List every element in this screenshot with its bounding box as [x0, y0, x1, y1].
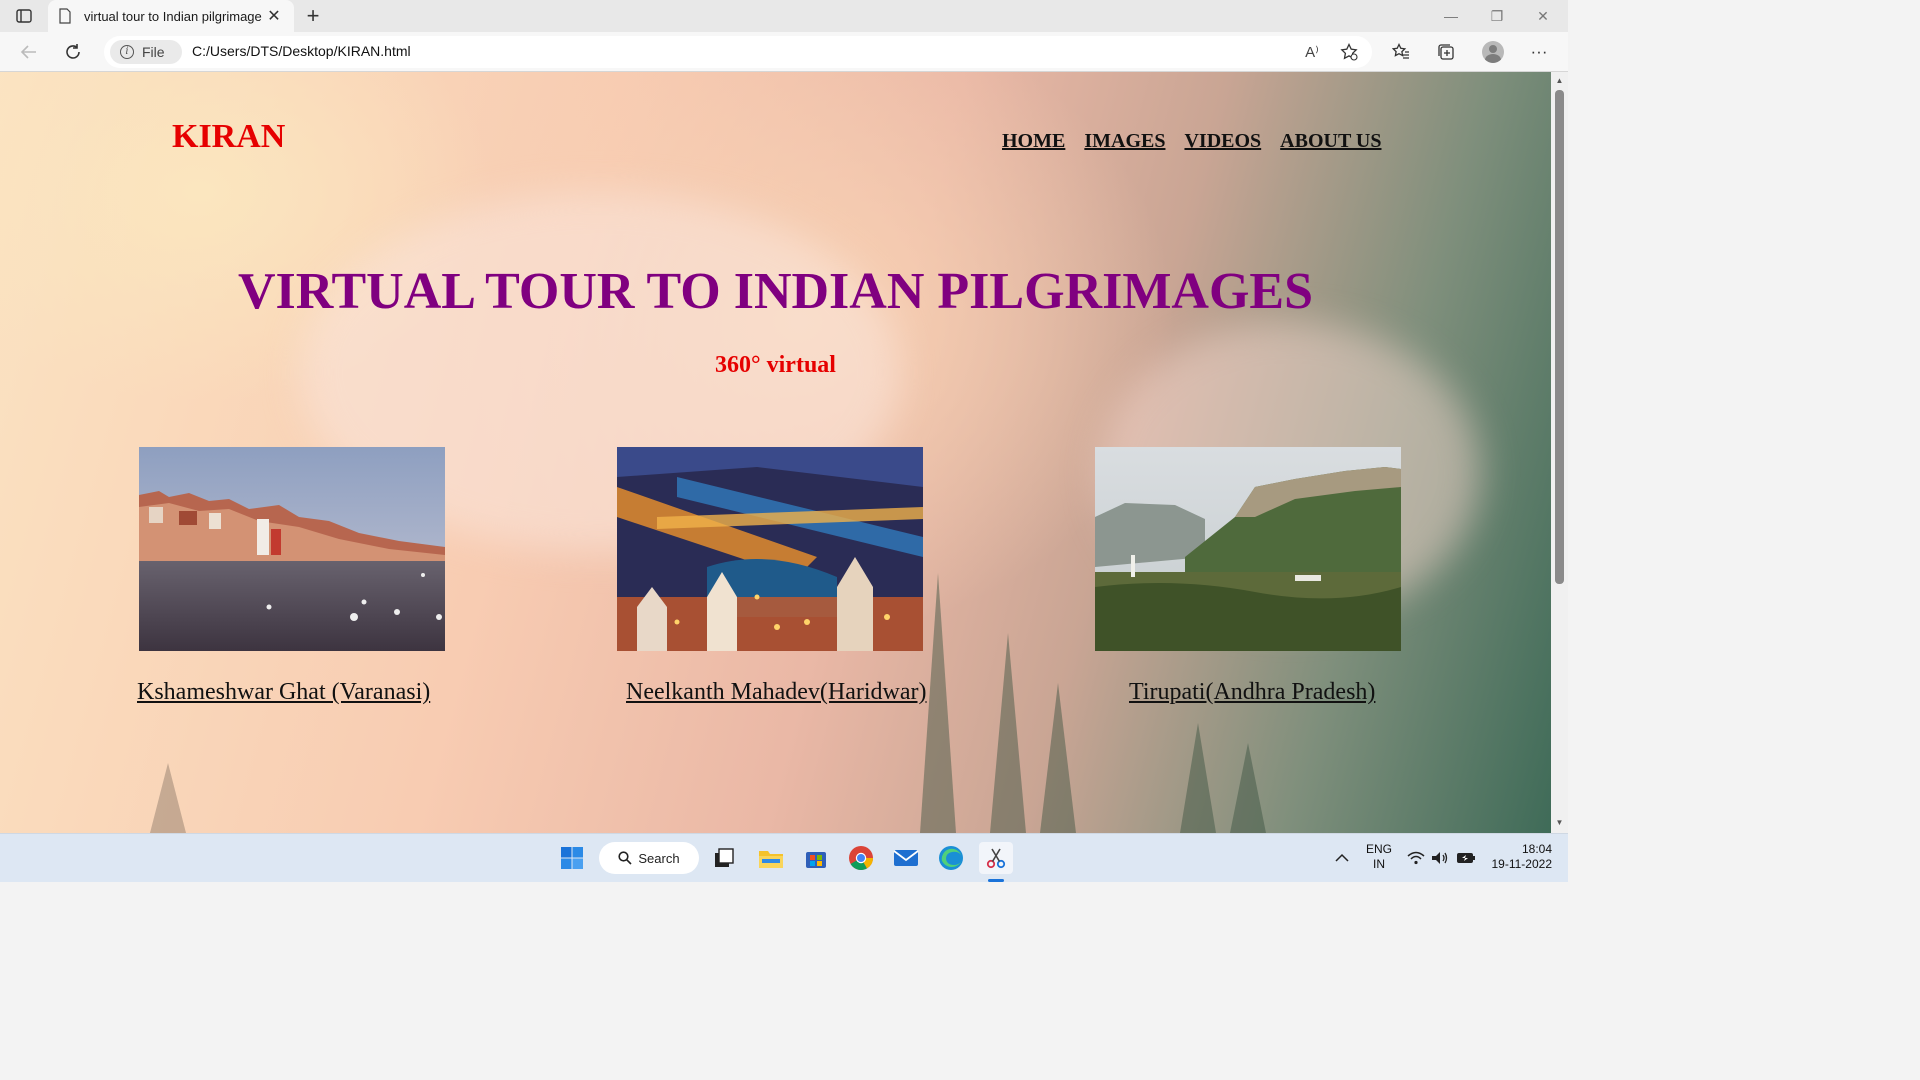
search-icon [618, 851, 632, 865]
page-scrollbar[interactable]: ▲ ▼ [1551, 72, 1568, 833]
page-subtitle: 360° virtual [715, 352, 836, 378]
refresh-button[interactable] [58, 38, 88, 66]
volume-icon[interactable] [1428, 842, 1452, 874]
region-code: IN [1373, 857, 1385, 871]
browser-tab-active[interactable]: virtual tour to Indian pilgrimage ✕ [48, 0, 294, 32]
taskbar-search[interactable]: Search [599, 842, 699, 874]
nav-about-us[interactable]: ABOUT US [1280, 130, 1381, 153]
card-link-haridwar[interactable]: Neelkanth Mahadev(Haridwar) [626, 679, 927, 706]
new-tab-button[interactable]: + [300, 2, 326, 30]
edge-icon[interactable] [934, 842, 968, 874]
tirupati-hills-photo[interactable] [1095, 447, 1401, 651]
scroll-down-icon[interactable]: ▼ [1555, 818, 1564, 827]
collections-icon[interactable] [1431, 38, 1461, 66]
document-icon [59, 8, 71, 24]
windows-taskbar: Search ENG IN 18:04 19-11-2022 [0, 833, 1568, 882]
address-bar[interactable]: i File C:/Users/DTS/Desktop/KIRAN.html A… [104, 36, 1372, 68]
show-hidden-icons-icon[interactable] [1327, 842, 1357, 874]
main-nav: HOME IMAGES VIDEOS ABOUT US [1002, 130, 1382, 153]
clock-date: 19-11-2022 [1491, 857, 1553, 871]
read-aloud-icon[interactable]: A⁾ [1299, 40, 1325, 64]
chrome-icon[interactable] [844, 842, 878, 874]
clock[interactable]: 18:04 19-11-2022 [1486, 842, 1553, 872]
clock-time: 18:04 [1521, 842, 1552, 856]
scroll-up-icon[interactable]: ▲ [1555, 76, 1564, 85]
profile-avatar[interactable] [1478, 38, 1508, 66]
more-options-icon[interactable]: ··· [1524, 38, 1554, 66]
microsoft-store-icon[interactable] [799, 842, 833, 874]
card-link-tirupati[interactable]: Tirupati(Andhra Pradesh) [1129, 679, 1375, 706]
task-view-icon[interactable] [707, 842, 741, 874]
minimize-button[interactable]: — [1428, 0, 1474, 32]
file-explorer-icon[interactable] [754, 842, 788, 874]
battery-icon[interactable] [1453, 842, 1479, 874]
start-icon[interactable] [555, 842, 589, 874]
back-button[interactable] [14, 38, 44, 66]
url-text[interactable]: C:/Users/DTS/Desktop/KIRAN.html [192, 43, 411, 59]
close-window-button[interactable]: ✕ [1520, 0, 1566, 32]
tab-title: virtual tour to Indian pilgrimage [84, 8, 262, 24]
wifi-icon[interactable] [1404, 842, 1428, 874]
restore-button[interactable]: ❐ [1474, 0, 1520, 32]
add-favorite-icon[interactable] [1336, 40, 1362, 64]
input-language[interactable]: ENG IN [1362, 842, 1396, 872]
tab-close-icon[interactable]: ✕ [264, 6, 284, 26]
search-label: Search [638, 850, 680, 866]
nav-home[interactable]: HOME [1002, 130, 1065, 153]
active-app-indicator [988, 879, 1004, 882]
browser-toolbar: i File C:/Users/DTS/Desktop/KIRAN.html A… [0, 32, 1568, 72]
scroll-thumb[interactable] [1555, 90, 1564, 584]
card-link-varanasi[interactable]: Kshameshwar Ghat (Varanasi) [137, 679, 430, 706]
language-code: ENG [1365, 842, 1392, 856]
site-logo[interactable]: KIRAN [172, 118, 285, 156]
page-viewport: KIRAN HOME IMAGES VIDEOS ABOUT US VIRTUA… [0, 72, 1551, 833]
site-info-chip[interactable]: i File [110, 40, 182, 64]
info-icon: i [120, 45, 134, 59]
page-title: VIRTUAL TOUR TO INDIAN PILGRIMAGES [237, 263, 1313, 320]
browser-tab-bar: virtual tour to Indian pilgrimage ✕ + — … [0, 0, 1568, 32]
snipping-tool-icon[interactable] [979, 842, 1013, 874]
tab-actions-icon[interactable] [8, 4, 40, 28]
favorites-icon[interactable] [1386, 38, 1416, 66]
haridwar-night-photo[interactable] [617, 447, 923, 651]
mail-icon[interactable] [889, 842, 923, 874]
file-label: File [142, 44, 165, 60]
nav-images[interactable]: IMAGES [1084, 130, 1165, 153]
varanasi-ghat-photo[interactable] [139, 447, 445, 651]
nav-videos[interactable]: VIDEOS [1184, 130, 1261, 153]
